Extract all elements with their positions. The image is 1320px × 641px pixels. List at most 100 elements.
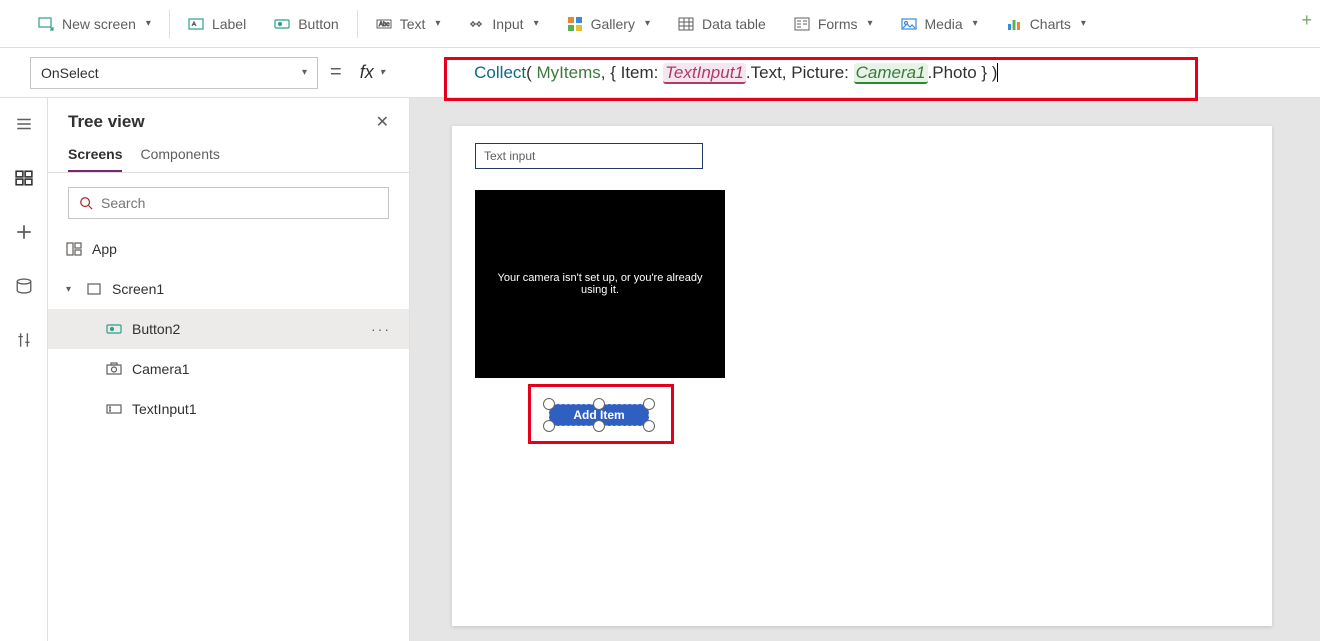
media-label: Media [925, 16, 963, 32]
ribbon-separator [169, 10, 170, 38]
text-label: Text [400, 16, 426, 32]
camera-icon [106, 361, 122, 377]
more-icon[interactable]: ··· [371, 321, 391, 337]
design-canvas[interactable]: Text input Your camera isn't set up, or … [452, 126, 1272, 626]
tree-item-camera1[interactable]: Camera1 [48, 349, 409, 389]
forms-menu[interactable]: Forms ▾ [780, 0, 887, 47]
ribbon-toolbar: New screen ▾ Label Button Abc Text ▾ Inp… [0, 0, 1320, 48]
input-label: Input [492, 16, 523, 32]
ribbon-separator [357, 10, 358, 38]
tree-item-button2[interactable]: Button2 ··· [48, 309, 409, 349]
text-menu[interactable]: Abc Text ▾ [362, 0, 455, 47]
chevron-down-icon: ▾ [867, 18, 872, 29]
resize-handle[interactable] [543, 398, 555, 410]
rail-data-button[interactable] [10, 274, 38, 298]
input-menu[interactable]: Input ▾ [454, 0, 552, 47]
button-highlight-box: Add Item [528, 384, 674, 444]
app-icon [66, 241, 82, 257]
fx-button[interactable]: fx ▾ [354, 62, 391, 83]
tree-title: Tree view [68, 112, 145, 132]
tree-item-textinput1[interactable]: TextInput1 [48, 389, 409, 429]
text-icon: Abc [376, 16, 392, 32]
rail-tree-view-button[interactable] [10, 166, 38, 190]
tree-list: App ▾ Screen1 Button2 ··· Camer [48, 229, 409, 641]
media-menu[interactable]: Media ▾ [887, 0, 992, 47]
chevron-down-icon: ▾ [973, 18, 978, 29]
resize-handle[interactable] [593, 420, 605, 432]
tree-item-app[interactable]: App [48, 229, 409, 269]
tree-item-label: TextInput1 [132, 401, 197, 417]
data-table-label: Data table [702, 16, 766, 32]
formula-input[interactable]: Collect( MyItems, { Item: TextInput1.Tex… [403, 55, 1320, 91]
chevron-down-icon: ▾ [302, 67, 307, 78]
tree-item-label: App [92, 241, 117, 257]
close-icon[interactable]: ✕ [376, 112, 389, 132]
forms-label: Forms [818, 16, 858, 32]
canvas-area: Text input Your camera isn't set up, or … [410, 98, 1320, 641]
new-screen-icon [38, 16, 54, 32]
formula-text: Collect( MyItems, { Item: TextInput1.Tex… [403, 43, 1003, 103]
chevron-down-icon: ▾ [435, 18, 440, 29]
charts-icon [1006, 16, 1022, 32]
media-icon [901, 16, 917, 32]
camera-control[interactable]: Your camera isn't set up, or you're alre… [475, 190, 725, 378]
new-screen-label: New screen [62, 16, 136, 32]
tree-tabs: Screens Components [48, 140, 409, 173]
property-selector[interactable]: OnSelect ▾ [30, 57, 318, 89]
rail-tools-button[interactable] [10, 328, 38, 352]
tree-item-label: Screen1 [112, 281, 164, 297]
rail-hamburger-button[interactable] [10, 112, 38, 136]
add-control-icon[interactable]: + [1301, 10, 1312, 31]
tree-view-panel: Tree view ✕ Screens Components App ▾ [48, 98, 410, 641]
textinput-placeholder: Text input [484, 149, 535, 163]
chevron-down-icon: ▾ [380, 67, 385, 78]
tab-screens[interactable]: Screens [68, 140, 122, 172]
search-input[interactable] [101, 195, 378, 211]
resize-handle[interactable] [543, 420, 555, 432]
screen-icon [86, 281, 102, 297]
chevron-down-icon: ▾ [1081, 18, 1086, 29]
svg-text:Abc: Abc [379, 22, 389, 28]
new-screen-button[interactable]: New screen ▾ [24, 0, 165, 47]
label-button[interactable]: Label [174, 0, 260, 47]
textinput-icon [106, 401, 122, 417]
resize-handle[interactable] [643, 420, 655, 432]
resize-handle[interactable] [593, 398, 605, 410]
button-button[interactable]: Button [260, 0, 352, 47]
forms-icon [794, 16, 810, 32]
gallery-label: Gallery [591, 16, 635, 32]
gallery-icon [567, 16, 583, 32]
tree-item-label: Camera1 [132, 361, 190, 377]
formula-bar: OnSelect ▾ = fx ▾ Collect( MyItems, { It… [0, 48, 1320, 98]
charts-menu[interactable]: Charts ▾ [992, 0, 1100, 47]
camera-message: Your camera isn't set up, or you're alre… [487, 272, 713, 296]
charts-label: Charts [1030, 16, 1071, 32]
chevron-down-icon: ▾ [534, 18, 539, 29]
data-table-icon [678, 16, 694, 32]
textinput-control[interactable]: Text input [475, 143, 703, 169]
input-icon [468, 16, 484, 32]
button-icon [106, 321, 122, 337]
gallery-menu[interactable]: Gallery ▾ [553, 0, 664, 47]
rail-insert-button[interactable] [10, 220, 38, 244]
chevron-down-icon: ▾ [146, 18, 151, 29]
tree-item-screen1[interactable]: ▾ Screen1 [48, 269, 409, 309]
label-text: Label [212, 16, 246, 32]
resize-handle[interactable] [643, 398, 655, 410]
equals-sign: = [330, 61, 342, 84]
left-rail [0, 98, 48, 641]
property-name: OnSelect [41, 65, 99, 81]
search-icon [79, 196, 93, 210]
tree-header: Tree view ✕ [48, 98, 409, 140]
chevron-down-icon: ▾ [66, 284, 76, 295]
button-selection: Add Item [539, 395, 663, 433]
chevron-down-icon: ▾ [645, 18, 650, 29]
tree-search[interactable] [68, 187, 389, 219]
data-table-button[interactable]: Data table [664, 0, 780, 47]
button-text: Button [298, 16, 338, 32]
label-icon [188, 16, 204, 32]
tree-item-label: Button2 [132, 321, 180, 337]
fx-label: fx [360, 62, 374, 83]
tab-components[interactable]: Components [140, 140, 219, 172]
button-icon [274, 16, 290, 32]
